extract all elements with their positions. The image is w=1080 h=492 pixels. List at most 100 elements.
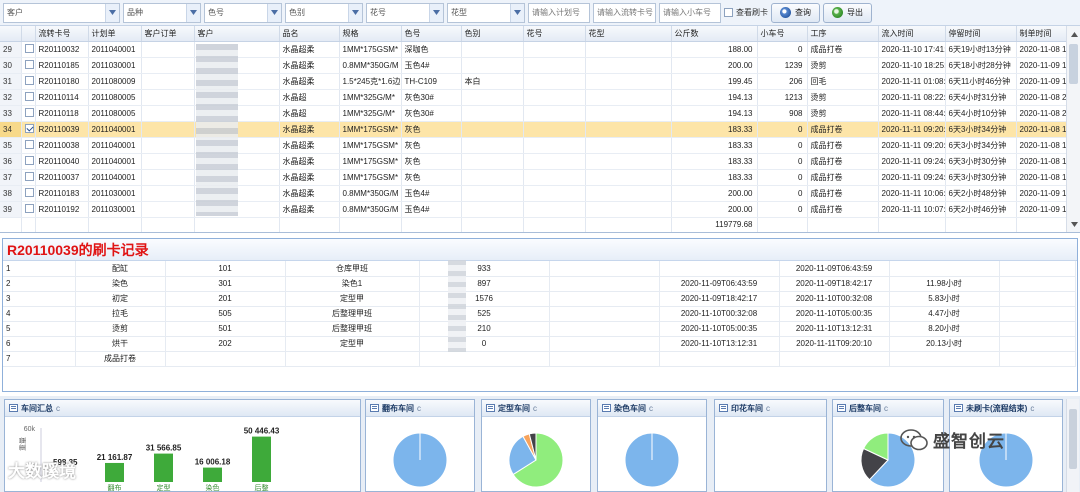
row-checkbox[interactable] — [24, 123, 34, 133]
scroll-down-icon[interactable] — [1067, 218, 1080, 230]
column-header[interactable]: 花号 — [523, 26, 586, 42]
column-header[interactable]: 小车号 — [757, 26, 808, 42]
view-card-checkbox[interactable] — [724, 8, 733, 17]
table-row[interactable]: 34 R20110039 2011040001 水晶超柔 1MM*175GSM* 灰色 18… — [0, 121, 1067, 138]
chevron-down-icon[interactable] — [105, 3, 119, 22]
panel-title: 定型车间 — [498, 403, 530, 413]
grid-vertical-scrollbar[interactable] — [1066, 26, 1080, 232]
bar[interactable] — [154, 453, 173, 482]
table-row[interactable]: 37 R20110037 2011040001 水晶超柔 1MM*175GSM* 灰色 18… — [0, 169, 1067, 186]
chevron-down-icon[interactable] — [267, 3, 281, 22]
column-header[interactable]: 公斤数 — [671, 26, 758, 42]
column-header[interactable]: 停留时间 — [945, 26, 1017, 42]
row-checkbox[interactable] — [24, 139, 34, 149]
refresh-icon[interactable]: c — [56, 404, 60, 413]
plan-no-input[interactable] — [528, 2, 590, 23]
row-checkbox[interactable] — [24, 107, 34, 117]
row-checkbox-cell[interactable] — [21, 73, 36, 90]
variety-combo[interactable]: 品种 — [123, 2, 201, 23]
cart-no-input[interactable] — [659, 2, 721, 23]
column-header[interactable] — [0, 26, 22, 42]
scroll-up-icon[interactable] — [1067, 28, 1080, 40]
row-checkbox[interactable] — [24, 155, 34, 165]
table-row[interactable]: 38 R20110183 2011030001 水晶超柔 0.8MM*350G/M 玉色4… — [0, 185, 1067, 202]
flower-type-combo[interactable]: 花型 — [447, 2, 525, 23]
chevron-down-icon[interactable] — [429, 3, 443, 22]
column-header[interactable]: 流转卡号 — [35, 26, 89, 42]
table-row[interactable]: 31 R20110180 2011080009 水晶超柔 1.5*245克*1.6边 TH… — [0, 73, 1067, 90]
row-checkbox-cell[interactable] — [21, 153, 36, 170]
row-checkbox-cell[interactable] — [21, 169, 36, 186]
record-row[interactable]: 5 烫剪 501 后整理甲班 210 2020-11-10T05:00:35 2020-11… — [3, 321, 1076, 337]
flower-no-combo[interactable]: 花号 — [366, 2, 444, 23]
row-checkbox[interactable] — [24, 171, 34, 181]
table-row[interactable]: 29 R20110032 2011040001 水晶超柔 1MM*175GSM* 深咖色 1… — [0, 41, 1067, 58]
row-checkbox[interactable] — [24, 91, 34, 101]
column-header[interactable]: 花型 — [585, 26, 672, 42]
column-header[interactable] — [21, 26, 36, 42]
color-type-combo[interactable]: 色别 — [285, 2, 363, 23]
scroll-thumb[interactable] — [1069, 44, 1078, 84]
table-row[interactable]: 32 R20110114 2011080005 水晶超 1MM*325G/M* 灰色30#… — [0, 89, 1067, 106]
chevron-down-icon[interactable] — [186, 3, 200, 22]
table-row[interactable]: 33 R20110118 2011080005 水晶超 1MM*325G/M* 灰色30#… — [0, 105, 1067, 122]
column-header[interactable]: 规格 — [339, 26, 402, 42]
table-row[interactable]: 30 R20110185 2011030001 水晶超柔 0.8MM*350G/M 玉色4… — [0, 57, 1067, 74]
chevron-down-icon[interactable] — [510, 3, 524, 22]
refresh-icon[interactable]: c — [1030, 404, 1034, 413]
refresh-icon[interactable]: c — [766, 404, 770, 413]
record-row[interactable]: 1 配缸 101 仓库甲班 933 2020-11-09T06:43:59 — [3, 261, 1076, 277]
row-checkbox[interactable] — [24, 75, 34, 85]
record-row[interactable]: 6 烘干 202 定型甲 0 2020-11-10T13:12:31 2020-11-11T… — [3, 336, 1076, 352]
cell-spec: 1MM*175GSM* — [339, 169, 402, 186]
panels-scroll-thumb[interactable] — [1069, 409, 1077, 469]
row-checkbox-cell[interactable] — [21, 137, 36, 154]
view-card-toggle[interactable]: 查看刷卡 — [724, 7, 768, 18]
row-checkbox-cell[interactable] — [21, 41, 36, 58]
cell-color-type — [461, 153, 524, 170]
bar[interactable] — [105, 462, 124, 482]
color-no-combo[interactable]: 色号 — [204, 2, 282, 23]
query-button[interactable]: 查询 — [771, 2, 820, 23]
table-row[interactable]: 39 R20110192 2011030001 水晶超柔 0.8MM*350G/M 玉色4… — [0, 201, 1067, 218]
bar[interactable] — [252, 436, 271, 482]
table-row[interactable]: 36 R20110040 2011040001 水晶超柔 1MM*175GSM* 灰色 18… — [0, 153, 1067, 170]
row-checkbox-cell[interactable] — [21, 105, 36, 122]
refresh-icon[interactable]: c — [884, 404, 888, 413]
panels-scrollbar[interactable] — [1066, 399, 1079, 492]
refresh-icon[interactable]: c — [533, 404, 537, 413]
refresh-icon[interactable]: c — [649, 404, 653, 413]
row-checkbox-cell[interactable] — [21, 121, 36, 138]
column-header[interactable]: 客户 — [194, 26, 280, 42]
record-row[interactable]: 3 初定 201 定型甲 1576 2020-11-09T18:42:17 2020-11-… — [3, 291, 1076, 307]
record-row[interactable]: 4 拉毛 505 后整理甲班 525 2020-11-10T00:32:08 2020-11… — [3, 306, 1076, 322]
row-checkbox-cell[interactable] — [21, 201, 36, 218]
cell-plan: 2011040001 — [88, 169, 142, 186]
bar[interactable] — [203, 467, 222, 482]
export-button[interactable]: 导出 — [823, 2, 872, 23]
record-row[interactable]: 7 成品打卷 — [3, 351, 1076, 367]
chevron-down-icon[interactable] — [348, 3, 362, 22]
card-no-input[interactable] — [593, 2, 656, 23]
row-checkbox[interactable] — [24, 43, 34, 53]
column-header[interactable]: 制单时间 — [1016, 26, 1067, 42]
cell-flower-no — [523, 169, 586, 186]
column-header[interactable]: 品名 — [279, 26, 340, 42]
column-header[interactable]: 工序 — [807, 26, 879, 42]
row-checkbox-cell[interactable] — [21, 89, 36, 106]
column-header[interactable]: 色号 — [401, 26, 462, 42]
row-checkbox[interactable] — [24, 203, 34, 213]
refresh-icon[interactable]: c — [417, 404, 421, 413]
record-end: 2020-11-09T18:42:17 — [779, 276, 890, 292]
row-checkbox[interactable] — [24, 59, 34, 69]
column-header[interactable]: 计划单 — [88, 26, 142, 42]
customer-combo[interactable]: 客户 — [3, 2, 120, 23]
record-row[interactable]: 2 染色 301 染色1 897 2020-11-09T06:43:59 2020-11-0… — [3, 276, 1076, 292]
table-row[interactable]: 35 R20110038 2011040001 水晶超柔 1MM*175GSM* 灰色 18… — [0, 137, 1067, 154]
row-checkbox-cell[interactable] — [21, 185, 36, 202]
column-header[interactable]: 客户订单 — [141, 26, 195, 42]
column-header[interactable]: 色别 — [461, 26, 524, 42]
row-checkbox-cell[interactable] — [21, 57, 36, 74]
row-checkbox[interactable] — [24, 187, 34, 197]
column-header[interactable]: 流入时间 — [878, 26, 946, 42]
